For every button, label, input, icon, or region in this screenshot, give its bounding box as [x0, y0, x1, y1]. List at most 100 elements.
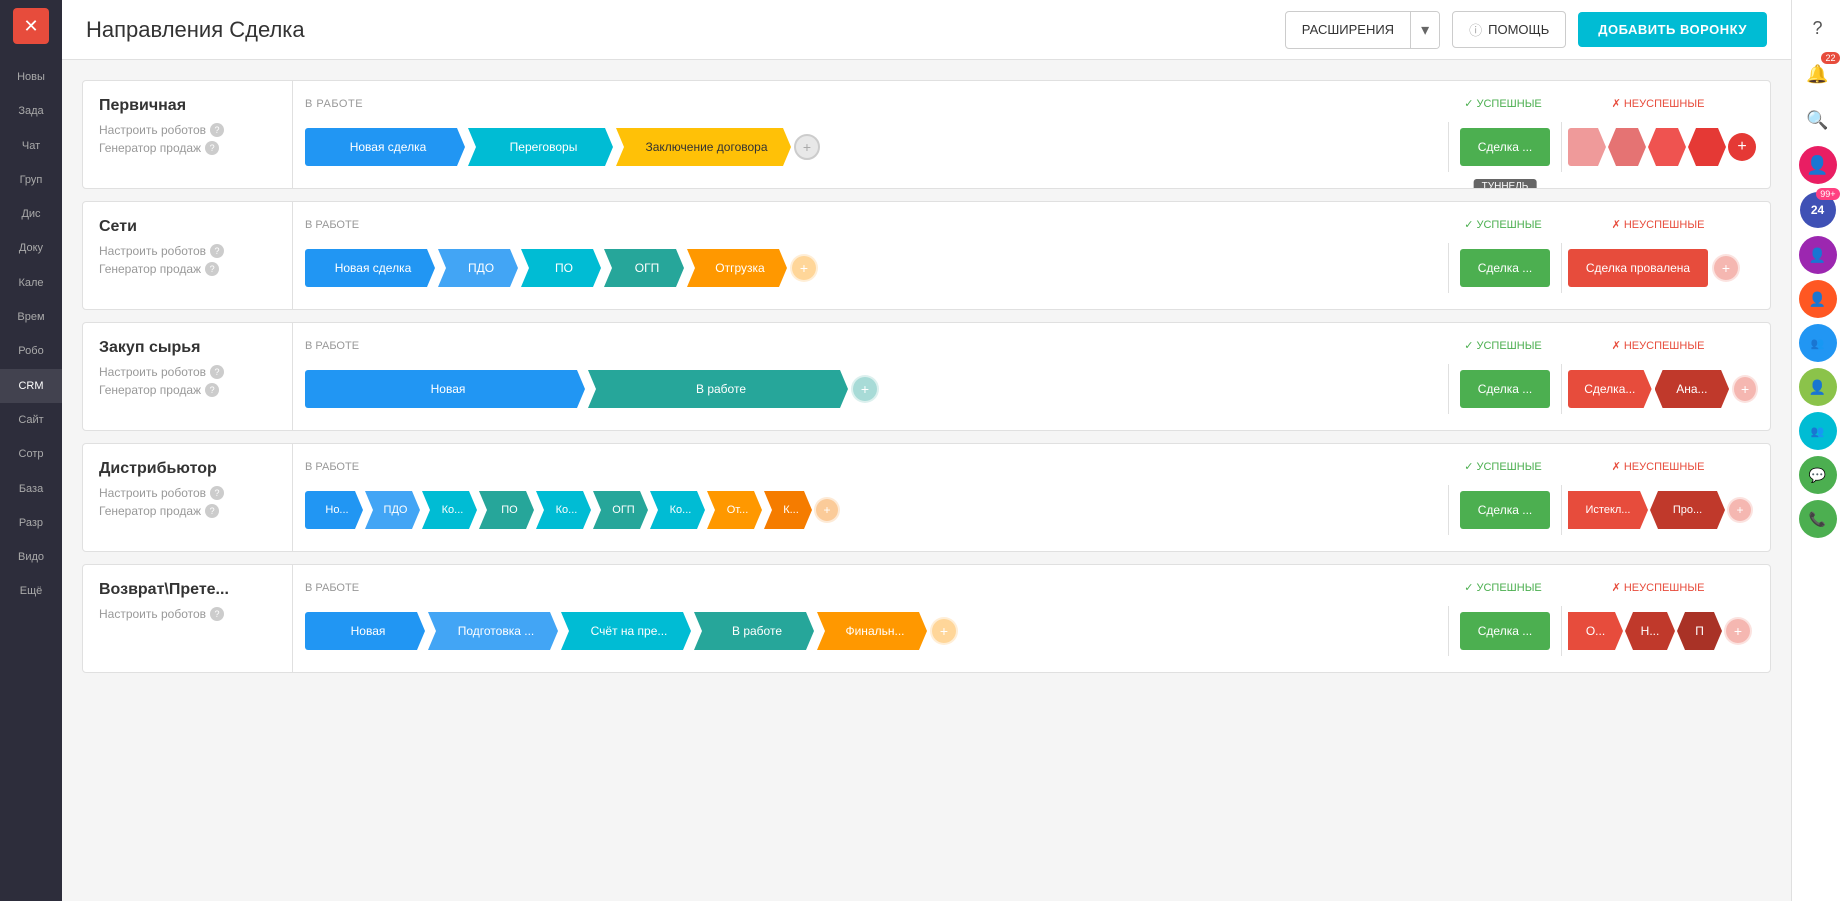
stage-po-distributor[interactable]: ПО	[479, 491, 534, 529]
fail-stage-vozvrat-3[interactable]: П	[1677, 612, 1722, 650]
notifications-btn[interactable]: 🔔 22	[1798, 54, 1838, 94]
stage-novaya-sdelka[interactable]: Новая сделка	[305, 128, 465, 166]
stage-podgotovka-vozvrat[interactable]: Подготовка ...	[428, 612, 558, 650]
fail-label-zakup: ✗ НЕУСПЕШНЫЕ	[1558, 339, 1758, 352]
extensions-label[interactable]: РАСШИРЕНИЯ	[1286, 14, 1410, 45]
fail-stage-seti-1[interactable]: Сделка провалена	[1568, 249, 1708, 287]
sidebar-item-chat[interactable]: Чат	[0, 129, 62, 163]
add-stage-zakup[interactable]: +	[851, 375, 879, 403]
stage-ogp-distributor[interactable]: ОГП	[593, 491, 648, 529]
add-funnel-button[interactable]: ДОБАВИТЬ ВОРОНКУ	[1578, 12, 1767, 47]
stage-success-zakup[interactable]: Сделка ...	[1460, 370, 1550, 408]
sidebar-item-disk[interactable]: Дис	[0, 197, 62, 231]
stage-novaya-vozvrat[interactable]: Новая	[305, 612, 425, 650]
sidebar-item-dev[interactable]: Разр	[0, 506, 62, 540]
stage-success-vozvrat[interactable]: Сделка ...	[1460, 612, 1550, 650]
stage-zaklyuchenie[interactable]: Заключение договора	[616, 128, 791, 166]
fail-stage-zakup-2[interactable]: Ана...	[1655, 370, 1729, 408]
counter-btn[interactable]: 24 99+	[1798, 190, 1838, 230]
close-button[interactable]: ✕	[13, 8, 49, 44]
avatar-3[interactable]: 👤	[1799, 280, 1837, 318]
sidebar-item-video[interactable]: Видо	[0, 540, 62, 574]
help-button[interactable]: ⓘ ПОМОЩЬ	[1452, 11, 1566, 48]
search-btn[interactable]: 🔍	[1798, 100, 1838, 140]
stage-success-distributor[interactable]: Сделка ...	[1460, 491, 1550, 529]
fail-add-vozvrat[interactable]: +	[1724, 617, 1752, 645]
stage-ko2-distributor[interactable]: Ко...	[536, 491, 591, 529]
fail-stage-zakup-1[interactable]: Сделка...	[1568, 370, 1652, 408]
fail-stage-vozvrat-2[interactable]: Н...	[1625, 612, 1675, 650]
avatar-chat[interactable]: 💬	[1799, 456, 1837, 494]
configure-robots-pervichnaya[interactable]: Настроить роботов ?	[99, 123, 276, 137]
stage-vrabote-zakup[interactable]: В работе	[588, 370, 848, 408]
configure-robots-zakup[interactable]: Настроить роботов ?	[99, 365, 276, 379]
configure-robots-vozvrat[interactable]: Настроить роботов ?	[99, 607, 276, 621]
stage-no-distributor[interactable]: Но...	[305, 491, 363, 529]
extensions-arrow[interactable]: ▾	[1410, 12, 1439, 48]
sales-generator-pervichnaya[interactable]: Генератор продаж ?	[99, 141, 276, 155]
stage-ko3-distributor[interactable]: Ко...	[650, 491, 705, 529]
fail-stage-2[interactable]	[1608, 128, 1646, 166]
configure-robots-seti[interactable]: Настроить роботов ?	[99, 244, 276, 258]
fail-stage-distributor-1[interactable]: Истекл...	[1568, 491, 1648, 529]
stage-schet-vozvrat[interactable]: Счёт на пре...	[561, 612, 691, 650]
stage-finaln-vozvrat[interactable]: Финальн...	[817, 612, 927, 650]
add-stage-distributor[interactable]: +	[814, 497, 840, 523]
sidebar-item-groups[interactable]: Груп	[0, 163, 62, 197]
sidebar-item-docs[interactable]: Доку	[0, 231, 62, 265]
stage-success-seti[interactable]: Сделка ...	[1460, 249, 1550, 287]
stage-novaya-zakup[interactable]: Новая	[305, 370, 585, 408]
fail-stage-vozvrat-1[interactable]: О...	[1568, 612, 1623, 650]
users-badge[interactable]: 👥	[1799, 324, 1837, 362]
stage-ogp-seti[interactable]: ОГП	[604, 249, 684, 287]
funnel-row-distributor: Дистрибьютор Настроить роботов ? Генерат…	[82, 443, 1771, 552]
fail-stage-3[interactable]	[1648, 128, 1686, 166]
sidebar-item-sites[interactable]: Сайт	[0, 403, 62, 437]
fail-stage-add[interactable]: +	[1728, 133, 1756, 161]
stage-otgruzka-seti[interactable]: Отгрузка	[687, 249, 787, 287]
add-stage-seti[interactable]: +	[790, 254, 818, 282]
sidebar-item-more[interactable]: Ещё	[0, 574, 62, 608]
avatar-4[interactable]: 👤	[1799, 368, 1837, 406]
extensions-button[interactable]: РАСШИРЕНИЯ ▾	[1285, 11, 1440, 49]
add-work-stage[interactable]: +	[794, 134, 820, 160]
sidebar-item-tasks[interactable]: Зада	[0, 94, 62, 128]
stage-po-seti[interactable]: ПО	[521, 249, 601, 287]
stage-ot-distributor[interactable]: От...	[707, 491, 762, 529]
stage-novaya-seti[interactable]: Новая сделка	[305, 249, 435, 287]
sidebar-item-base[interactable]: База	[0, 472, 62, 506]
avatar-2[interactable]: 👤	[1799, 236, 1837, 274]
help-icon-sales: ?	[205, 141, 219, 155]
sidebar-item-time[interactable]: Врем	[0, 300, 62, 334]
sales-generator-seti[interactable]: Генератор продаж ?	[99, 262, 276, 276]
fail-label-seti: ✗ НЕУСПЕШНЫЕ	[1558, 218, 1758, 231]
sidebar-item-crm[interactable]: CRM	[0, 369, 62, 403]
stage-k-distributor[interactable]: К...	[764, 491, 812, 529]
funnel-row-seti: Сети Настроить роботов ? Генератор прода…	[82, 201, 1771, 310]
fail-add-zakup[interactable]: +	[1732, 375, 1758, 403]
stage-pdo-distributor[interactable]: ПДО	[365, 491, 420, 529]
stage-ko1-distributor[interactable]: Ко...	[422, 491, 477, 529]
fail-add-seti[interactable]: +	[1712, 254, 1740, 282]
users-online[interactable]: 👥	[1799, 412, 1837, 450]
sidebar-item-new[interactable]: Новы	[0, 60, 62, 94]
stage-peregovory[interactable]: Переговоры	[468, 128, 613, 166]
call-btn[interactable]: 📞	[1799, 500, 1837, 538]
sidebar-item-robots[interactable]: Робо	[0, 334, 62, 368]
add-stage-vozvrat[interactable]: +	[930, 617, 958, 645]
sales-generator-zakup[interactable]: Генератор продаж ?	[99, 383, 276, 397]
fail-add-distributor[interactable]: +	[1727, 497, 1753, 523]
sales-generator-distributor[interactable]: Генератор продаж ?	[99, 504, 276, 518]
stage-vrabote-vozvrat[interactable]: В работе	[694, 612, 814, 650]
sidebar-item-coworkers[interactable]: Сотр	[0, 437, 62, 471]
stage-pdo-seti[interactable]: ПДО	[438, 249, 518, 287]
funnel-left-zakup: Закуп сырья Настроить роботов ? Генерато…	[83, 323, 293, 430]
help-btn[interactable]: ?	[1798, 8, 1838, 48]
fail-stage-distributor-2[interactable]: Про...	[1650, 491, 1725, 529]
fail-stage-1[interactable]	[1568, 128, 1606, 166]
stage-success[interactable]: Сделка ...	[1460, 128, 1550, 166]
fail-stage-4[interactable]	[1688, 128, 1726, 166]
sidebar-item-calendar[interactable]: Кале	[0, 266, 62, 300]
configure-robots-distributor[interactable]: Настроить роботов ?	[99, 486, 276, 500]
avatar-1[interactable]: 👤	[1799, 146, 1837, 184]
